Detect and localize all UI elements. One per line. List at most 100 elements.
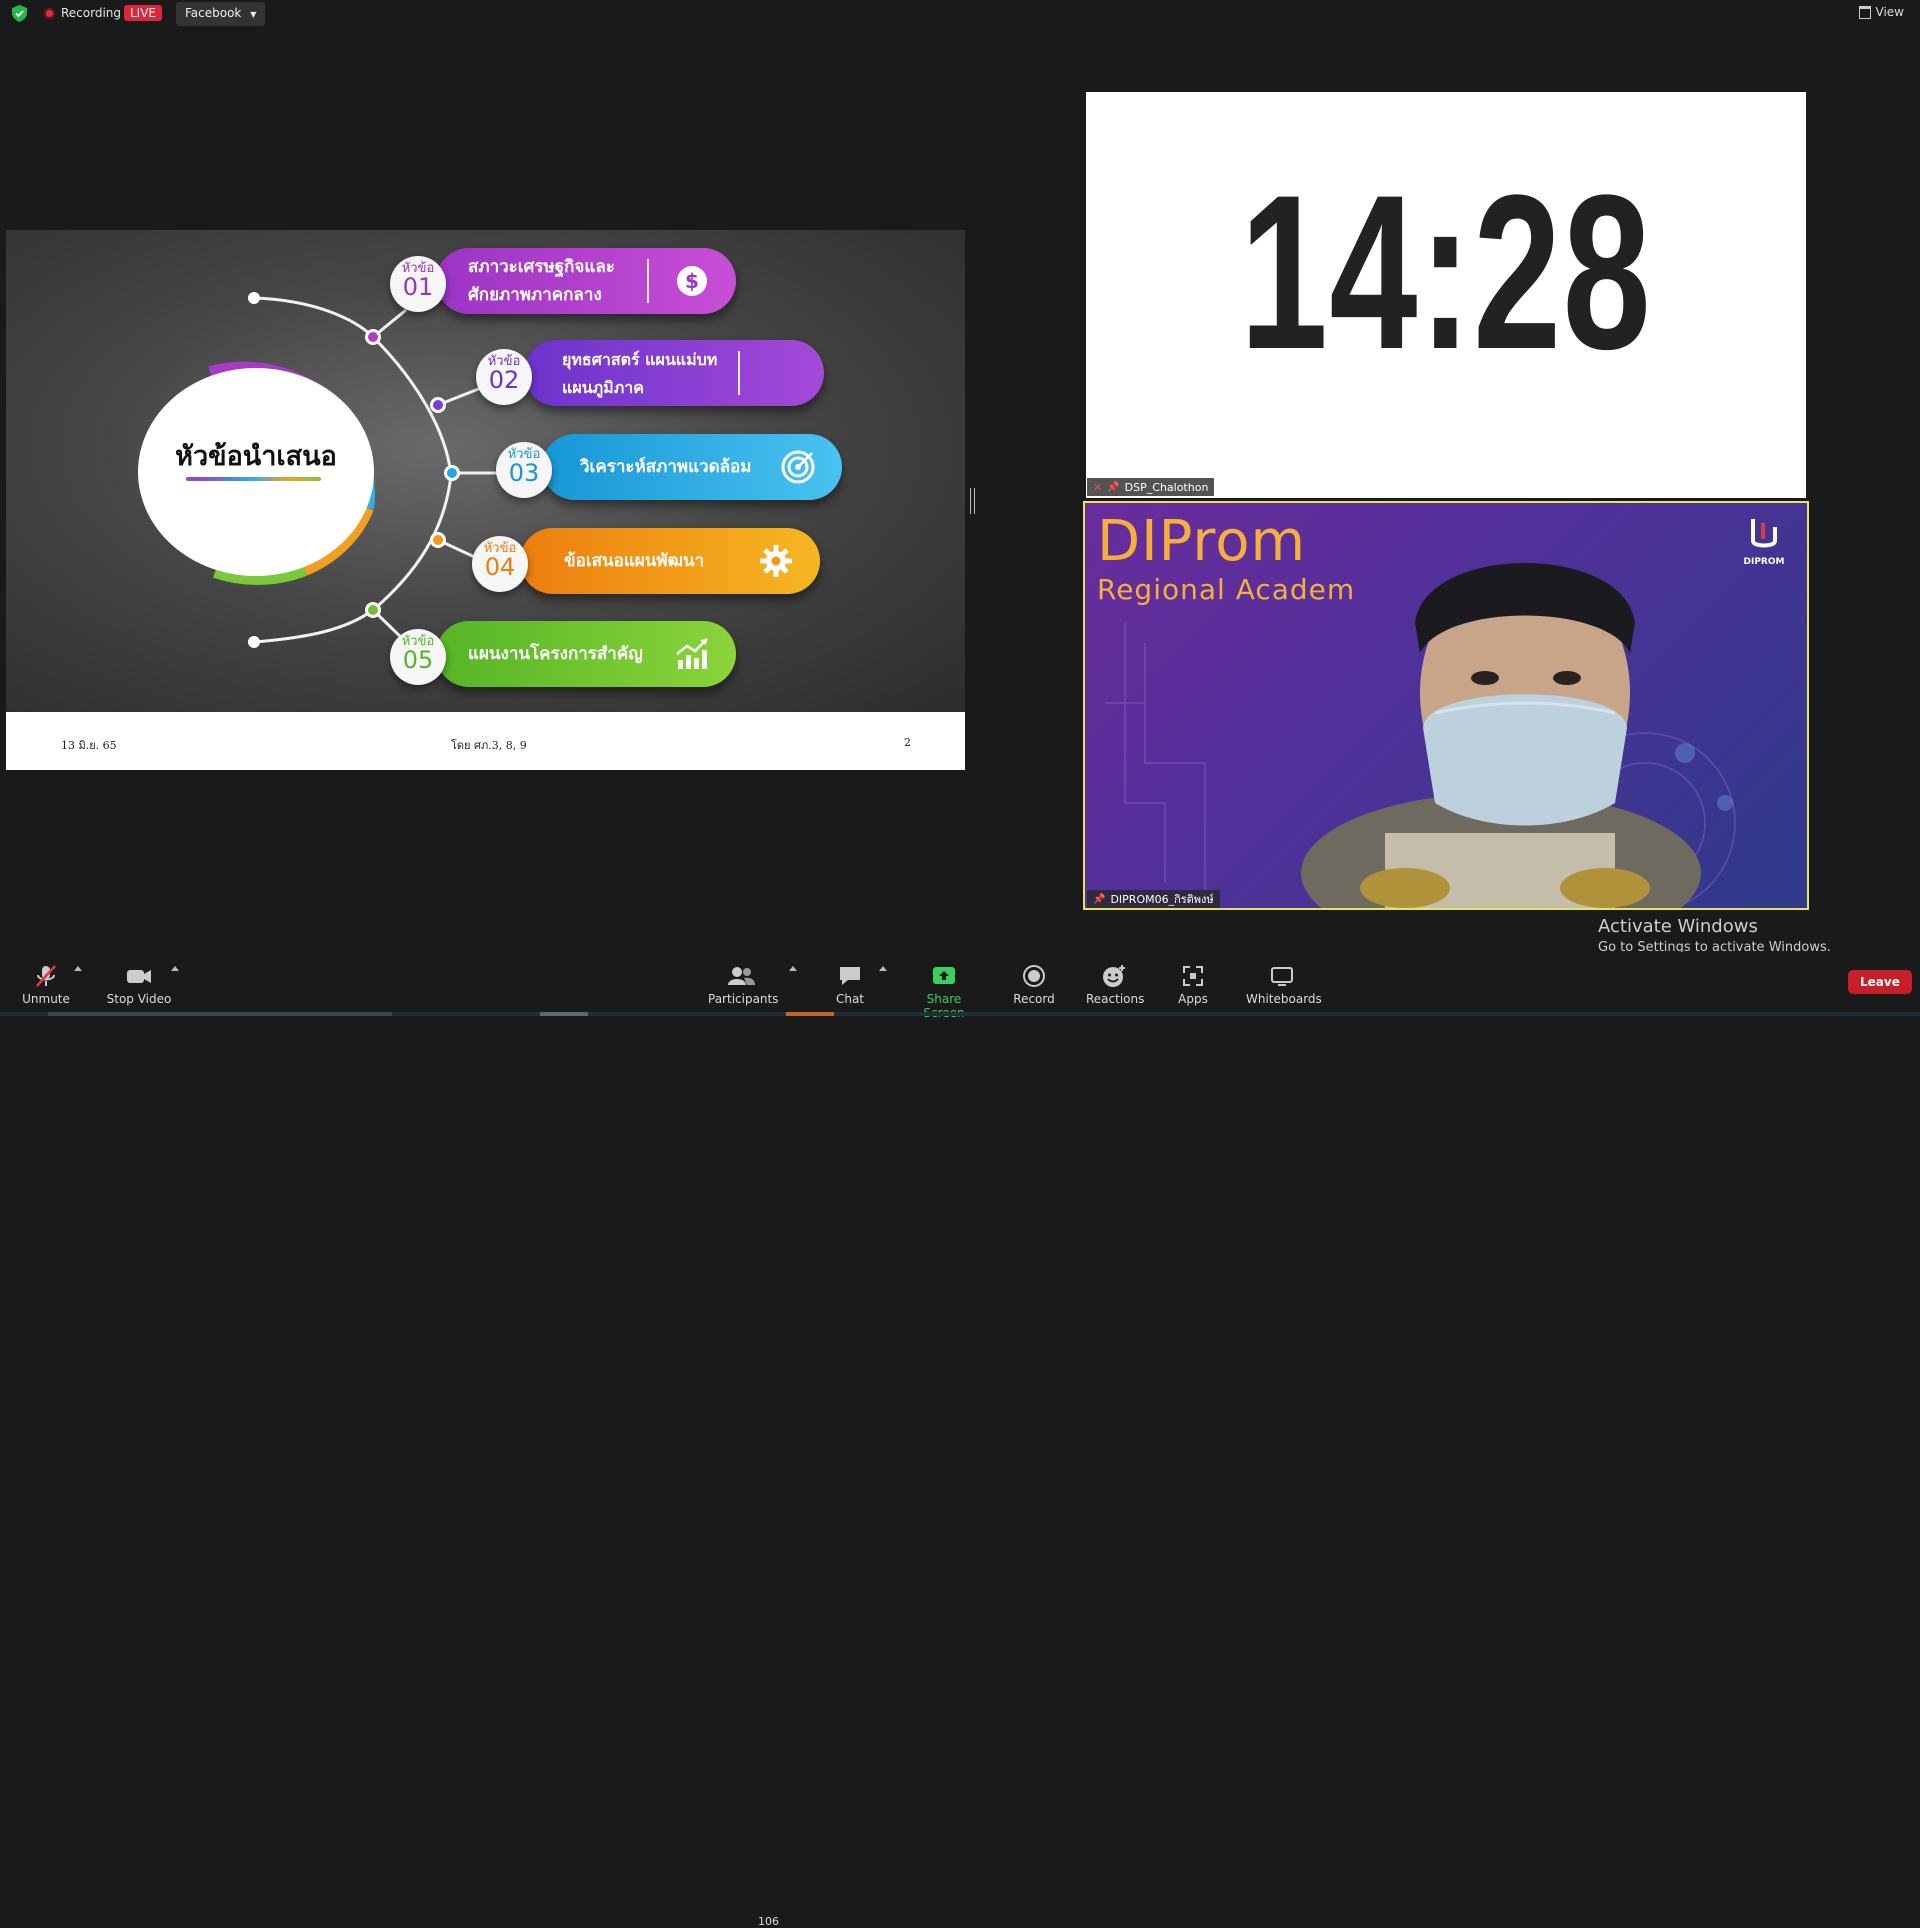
chat-label: Chat — [835, 992, 865, 1006]
timer-video-tile[interactable]: 14:28 — [1086, 92, 1806, 498]
shared-slide: หัวข้อนำเสนอ สภาวะเศรษฐกิจและ ศักยภาพภาค… — [6, 230, 965, 770]
apps-label: Apps — [1178, 992, 1208, 1006]
whiteboard-icon — [1271, 967, 1293, 986]
participants-button[interactable]: Participants — [708, 964, 779, 1006]
topic-badge-01: หัวข้อ 01 — [390, 256, 446, 312]
smiley-reaction-icon — [1103, 965, 1125, 987]
whiteboards-button[interactable]: Whiteboards — [1246, 964, 1322, 1006]
topic-04-line1: ข้อเสนอแผนพัฒนา — [564, 551, 705, 571]
dollar-icon: $ — [677, 266, 707, 296]
topic-badge-05: หัวข้อ 05 — [390, 629, 446, 685]
chevron-down-icon: ▼ — [250, 10, 257, 19]
participants-label: Participants — [708, 992, 779, 1006]
participants-options-caret-icon[interactable] — [789, 966, 797, 971]
pin-icon: 📌 — [1093, 893, 1106, 905]
activate-windows-watermark: Activate Windows Go to Settings to activ… — [1598, 916, 1831, 955]
meeting-top-bar: Recording LIVE Facebook ▼ View — [0, 0, 1920, 28]
leave-button[interactable]: Leave — [1848, 970, 1912, 994]
chat-button[interactable]: Chat — [830, 964, 870, 1006]
apps-icon — [1183, 966, 1203, 986]
whiteboards-label: Whiteboards — [1246, 992, 1322, 1006]
taskbar-item[interactable] — [48, 1012, 392, 1016]
regional-academy-text: Regional Academ — [1097, 573, 1356, 606]
topic-02-separator — [738, 351, 740, 395]
center-title: หัวข้อนำเสนอ — [175, 441, 337, 472]
diprom-logo-text: DIProm — [1097, 509, 1307, 574]
slide-footer-date: 13 มิ.ย. 65 — [61, 739, 117, 752]
slide-footer-author: โดย ศภ.3, 8, 9 — [451, 739, 527, 752]
muted-microphone-icon — [36, 965, 56, 987]
activate-windows-title: Activate Windows — [1598, 916, 1758, 937]
muted-mic-icon: ✕ — [1093, 480, 1103, 494]
video-options-caret-icon[interactable] — [171, 966, 179, 971]
reactions-label: Reactions — [1086, 992, 1145, 1006]
slide-footer: 13 มิ.ย. 65 โดย ศภ.3, 8, 9 2 — [6, 712, 965, 770]
topic-01-separator — [647, 259, 649, 303]
speaker-nametag: 📌 DIPROM06_กิรติพงษ์ — [1087, 890, 1220, 908]
growth-chart-icon — [676, 638, 708, 669]
stream-target-dropdown[interactable]: Facebook ▼ — [176, 2, 266, 26]
target-icon — [781, 450, 815, 484]
gear-icon — [760, 545, 792, 577]
active-speaker-video-tile[interactable]: DIProm Regional Academ DIPROM — [1083, 501, 1809, 910]
record-button[interactable]: Record — [1012, 964, 1056, 1006]
topic-pill-04: ข้อเสนอแผนพัฒนา — [520, 528, 820, 594]
stream-target-label: Facebook — [185, 6, 242, 20]
view-grid-icon — [1858, 5, 1871, 19]
topic-02-line2: แผนภูมิภาค — [562, 378, 644, 397]
diprom-corner-logo: DIPROM — [1739, 517, 1789, 567]
reactions-button[interactable]: Reactions — [1086, 964, 1145, 1006]
topic-pill-05: แผนงานโครงการสำคัญ — [436, 621, 736, 687]
unmute-label: Unmute — [22, 992, 70, 1006]
chat-options-caret-icon[interactable] — [879, 966, 887, 971]
share-screen-icon — [933, 967, 955, 984]
live-badge[interactable]: LIVE — [124, 5, 163, 21]
topic-badge-number: 01 — [402, 273, 434, 301]
view-label: View — [1875, 5, 1904, 19]
topic-badge-number: 04 — [484, 553, 516, 581]
timer-display: 14:28 — [1239, 149, 1653, 395]
timer-participant-nametag: ✕ 📌 DSP_Chalothon — [1087, 478, 1215, 496]
participants-count: 106 — [758, 1915, 779, 1928]
record-label: Record — [1013, 992, 1055, 1006]
chat-bubble-icon — [840, 967, 860, 985]
diprom-emblem-icon — [1751, 519, 1777, 548]
audio-options-caret-icon[interactable] — [74, 966, 82, 971]
topic-05-line1: แผนงานโครงการสำคัญ — [468, 644, 643, 664]
panel-resize-handle[interactable] — [970, 488, 975, 514]
participants-icon — [728, 967, 755, 985]
taskbar-item[interactable] — [786, 1012, 834, 1016]
topic-01-line1: สภาวะเศรษฐกิจและ — [468, 257, 615, 277]
recording-indicator[interactable]: Recording — [44, 6, 121, 20]
stop-video-label: Stop Video — [106, 992, 172, 1006]
apps-button[interactable]: Apps — [1176, 964, 1210, 1006]
meeting-toolbar: Unmute Stop Video Participants 106 Chat … — [0, 952, 1920, 1928]
taskbar-item[interactable] — [540, 1012, 588, 1016]
topic-pill-01: สภาวะเศรษฐกิจและ ศักยภาพภาคกลาง $ — [436, 248, 736, 314]
recording-label: Recording — [61, 6, 122, 20]
topic-03-line1: วิเคราะห์สภาพแวดล้อม — [580, 457, 752, 477]
view-button[interactable]: View — [1858, 5, 1904, 19]
topic-badge-04: หัวข้อ 04 — [472, 536, 528, 592]
topic-badge-number: 05 — [402, 646, 434, 674]
recording-dot-icon — [44, 7, 55, 19]
timer-participant-name: DSP_Chalothon — [1124, 480, 1209, 494]
record-icon — [1023, 965, 1045, 987]
topic-01-line2: ศักยภาพภาคกลาง — [468, 285, 602, 305]
topic-pill-03: วิเคราะห์สภาพแวดล้อม — [542, 434, 842, 500]
topic-badge-number: 02 — [488, 366, 520, 394]
topic-badge-03: หัวข้อ 03 — [496, 442, 552, 498]
security-shield-icon[interactable] — [12, 5, 27, 22]
unmute-button[interactable]: Unmute — [22, 964, 70, 1006]
topic-02-line1: ยุทธศาสตร์ แผนแม่บท — [562, 350, 718, 369]
topic-pill-02: ยุทธศาสตร์ แผนแม่บท แผนภูมิภาค — [524, 340, 824, 406]
diprom-corner-label: DIPROM — [1743, 557, 1785, 567]
topic-badge-number: 03 — [508, 459, 540, 487]
title-underline — [186, 477, 321, 481]
stop-video-button[interactable]: Stop Video — [106, 964, 172, 1006]
slide-content: หัวข้อนำเสนอ สภาวะเศรษฐกิจและ ศักยภาพภาค… — [6, 230, 965, 712]
svg-text:$: $ — [685, 269, 699, 293]
slide-page-number: 2 — [904, 736, 911, 749]
speaker-name: DIPROM06_กิรติพงษ์ — [1110, 893, 1214, 906]
pin-icon: 📌 — [1107, 481, 1120, 493]
